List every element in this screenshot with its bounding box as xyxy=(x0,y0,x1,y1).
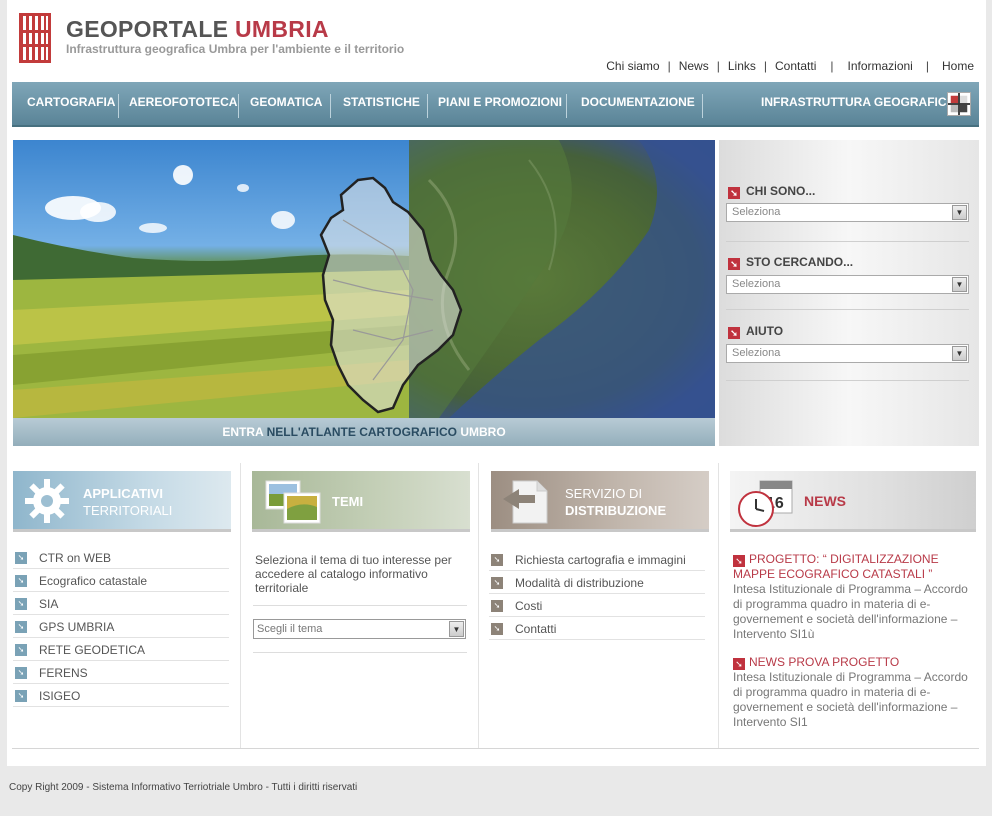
document-exchange-icon xyxy=(503,480,548,524)
link-modalita-distribuzione[interactable]: ➘ Modalità di distribuzione xyxy=(489,571,705,594)
topnav-news[interactable]: News xyxy=(679,59,709,73)
arrow-icon: ➘ xyxy=(15,552,27,564)
topnav-home[interactable]: Home xyxy=(942,59,974,73)
arrow-icon: ➘ xyxy=(491,577,503,589)
panel-divider xyxy=(726,309,969,310)
arrow-icon: ➘ xyxy=(15,667,27,679)
arrow-icon: ➘ xyxy=(15,690,27,702)
chi-sono-label: ➘ CHI SONO... xyxy=(728,184,815,199)
topnav-informazioni[interactable]: Informazioni xyxy=(847,59,912,73)
applicativi-title: APPLICATIVI TERRITORIALI xyxy=(83,486,173,518)
panel-divider xyxy=(726,380,969,381)
news-item[interactable]: ➘ PROGETTO: “ DIGITALIZZAZIONE MAPPE ECOG… xyxy=(733,552,973,642)
column-divider xyxy=(718,463,719,749)
arrow-icon: ➘ xyxy=(15,575,27,587)
atlas-entry-link[interactable]: ENTRA NELL'ATLANTE CARTOGRAFICO UMBRO xyxy=(13,418,715,446)
nav-divider xyxy=(118,94,119,118)
applicativi-list: ➘ CTR on WEB ➘ Ecografico catastale ➘ SIA ➘… xyxy=(13,546,229,707)
link-contatti[interactable]: ➘ Contatti xyxy=(489,617,705,640)
topnav-chi-siamo[interactable]: Chi siamo xyxy=(606,59,659,73)
map-layers-icon xyxy=(265,480,321,524)
nav-divider xyxy=(427,94,428,118)
chi-sono-select[interactable]: Seleziona ▼ xyxy=(726,203,969,222)
sto-cercando-select[interactable]: Seleziona ▼ xyxy=(726,275,969,294)
nav-statistiche[interactable]: STATISTICHE xyxy=(343,95,420,109)
link-rete-geodetica[interactable]: ➘ RETE GEODETICA xyxy=(13,638,229,661)
main-navigation: CARTOGRAFIA AEREOFOTOTECA GEOMATICA STAT… xyxy=(12,82,979,127)
topnav-contatti[interactable]: Contatti xyxy=(775,59,816,73)
nav-piani-e-promozioni[interactable]: PIANI E PROMOZIONI xyxy=(438,95,562,109)
aiuto-select[interactable]: Seleziona ▼ xyxy=(726,344,969,363)
arrow-icon: ➘ xyxy=(491,554,503,566)
nav-aereofototeca[interactable]: AEREOFOTOTECA xyxy=(129,95,237,109)
column-divider xyxy=(240,463,241,749)
nav-cartografia[interactable]: CARTOGRAFIA xyxy=(27,95,115,109)
chevron-down-icon: ▼ xyxy=(952,205,967,220)
chevron-down-icon: ▼ xyxy=(449,621,464,637)
temi-select[interactable]: Scegli il tema ▼ xyxy=(253,619,466,639)
page: GEOPORTALE UMBRIA Infrastruttura geograf… xyxy=(7,0,986,766)
gear-icon xyxy=(25,479,69,523)
temi-title: TEMI xyxy=(332,494,364,509)
arrow-icon: ➘ xyxy=(728,258,740,270)
nav-documentazione[interactable]: DOCUMENTAZIONE xyxy=(581,95,695,109)
panel-divider xyxy=(726,241,969,242)
top-navigation: Chi siamo | News | Links | Contatti | Inform… xyxy=(606,59,974,73)
nav-divider xyxy=(566,94,567,118)
temi-divider xyxy=(253,652,467,653)
nav-divider xyxy=(238,94,239,118)
news-title: NEWS xyxy=(804,493,846,509)
topnav-links[interactable]: Links xyxy=(728,59,756,73)
column-divider xyxy=(478,463,479,749)
nav-divider xyxy=(330,94,331,118)
arrow-icon: ➘ xyxy=(728,327,740,339)
umbria-region-outline[interactable] xyxy=(13,140,715,418)
aiuto-label: ➘ AIUTO xyxy=(728,324,783,339)
nav-divider xyxy=(702,94,703,118)
arrow-icon: ➘ xyxy=(15,621,27,633)
applicativi-header[interactable]: APPLICATIVI TERRITORIALI xyxy=(13,471,231,532)
nav-infrastruttura-geografica[interactable]: INFRASTRUTTURA GEOGRAFICA xyxy=(761,95,955,109)
arrow-icon: ➘ xyxy=(733,658,745,670)
link-gps-umbria[interactable]: ➘ GPS UMBRIA xyxy=(13,615,229,638)
temi-header[interactable]: TEMI xyxy=(252,471,470,532)
distribuzione-list: ➘ Richiesta cartografia e immagini ➘ Modal… xyxy=(489,548,705,640)
arrow-icon: ➘ xyxy=(15,598,27,610)
news-item[interactable]: ➘ NEWS PROVA PROGETTO Intesa Istituzional… xyxy=(733,655,973,730)
link-costi[interactable]: ➘ Costi xyxy=(489,594,705,617)
link-isigeo[interactable]: ➘ ISIGEO xyxy=(13,684,229,707)
infrastruttura-icon[interactable] xyxy=(947,92,971,116)
site-subtitle: Infrastruttura geografica Umbra per l'am… xyxy=(66,42,405,56)
bottom-divider xyxy=(12,748,979,749)
link-sia[interactable]: ➘ SIA xyxy=(13,592,229,615)
hero-atlas-image[interactable] xyxy=(13,140,715,418)
link-richiesta-cartografia[interactable]: ➘ Richiesta cartografia e immagini xyxy=(489,548,705,571)
distribuzione-header[interactable]: SERVIZIO DI DISTRIBUZIONE xyxy=(491,471,709,532)
sto-cercando-label: ➘ STO CERCANDO... xyxy=(728,255,853,270)
link-ecografico-catastale[interactable]: ➘ Ecografico catastale xyxy=(13,569,229,592)
temi-divider xyxy=(253,605,467,606)
chevron-down-icon: ▼ xyxy=(952,346,967,361)
arrow-icon: ➘ xyxy=(491,623,503,635)
nav-geomatica[interactable]: GEOMATICA xyxy=(250,95,322,109)
footer-copyright: Copy Right 2009 - Sistema Informativo Te… xyxy=(9,782,358,793)
link-ctr-on-web[interactable]: ➘ CTR on WEB xyxy=(13,546,229,569)
site-title[interactable]: GEOPORTALE UMBRIA xyxy=(66,16,329,43)
arrow-icon: ➘ xyxy=(491,600,503,612)
news-header[interactable]: 16 NEWS xyxy=(730,471,976,532)
temi-description: Seleziona il tema di tuo interesse per a… xyxy=(255,553,452,595)
chevron-down-icon: ▼ xyxy=(952,277,967,292)
link-ferens[interactable]: ➘ FERENS xyxy=(13,661,229,684)
arrow-icon: ➘ xyxy=(733,555,745,567)
region-logo-icon[interactable] xyxy=(19,13,51,63)
quick-access-panel: ➘ CHI SONO... Seleziona ▼ ➘ STO CERCANDO...… xyxy=(719,140,979,446)
arrow-icon: ➘ xyxy=(728,187,740,199)
calendar-clock-icon: 16 xyxy=(738,480,793,527)
distribuzione-title: SERVIZIO DI DISTRIBUZIONE xyxy=(565,486,667,518)
arrow-icon: ➘ xyxy=(15,644,27,656)
